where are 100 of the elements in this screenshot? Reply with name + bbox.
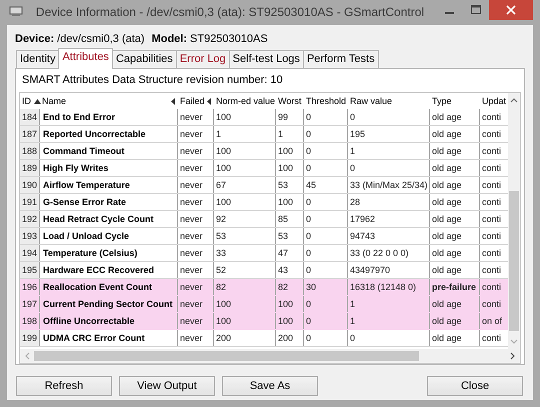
type-cell: old age (430, 177, 480, 193)
updated-cell-text: conti (481, 179, 502, 192)
dialog-button[interactable]: Save As (222, 376, 318, 396)
name-cell: G-Sense Error Rate (40, 194, 178, 210)
failed-cell: never (178, 313, 214, 329)
type-cell: old age (430, 296, 480, 312)
triangle-left-icon (207, 98, 211, 104)
type-cell: old age (430, 126, 480, 142)
column-header[interactable]: Worst (278, 96, 302, 106)
horizontal-scrollbar[interactable] (20, 349, 520, 363)
scroll-up-icon[interactable] (510, 97, 518, 103)
raw-value-cell: 94743 (348, 228, 430, 244)
column-header[interactable]: Type (432, 96, 452, 106)
updated-cell-text: on of (481, 315, 504, 328)
name-cell: Current Pending Sector Count (40, 296, 178, 312)
id-cell: 198 (20, 313, 40, 329)
failed-cell: never (178, 109, 214, 125)
type-cell: old age (430, 109, 480, 125)
scroll-right-icon[interactable] (510, 352, 516, 360)
close-icon[interactable] (489, 0, 533, 20)
worst-cell: 53 (276, 228, 304, 244)
raw-value-cell: 33 (Min/Max 25/34) (348, 177, 430, 193)
worst-cell: 100 (276, 296, 304, 312)
worst-cell: 99 (276, 109, 304, 125)
worst-cell: 43 (276, 262, 304, 278)
tab[interactable]: Perform Tests (302, 50, 379, 68)
worst-cell: 85 (276, 211, 304, 227)
table-row[interactable]: 194 Temperature (Celsius) never 33 47 0 33 (0 22 0 0 0) old age conti (20, 245, 508, 262)
threshold-cell: 0 (304, 296, 348, 312)
id-cell: 193 (20, 228, 40, 244)
model-value: ST92503010AS (190, 32, 268, 44)
updated-cell-text: conti (481, 128, 502, 141)
sort-ascending-icon[interactable] (34, 98, 41, 104)
worst-cell: 100 (276, 143, 304, 159)
type-cell: old age (430, 313, 480, 329)
id-cell: 195 (20, 262, 40, 278)
table-row[interactable]: 192 Head Retract Cycle Count never 92 85 0 17962 old age conti (20, 211, 508, 228)
value-cell: 67 (214, 177, 276, 193)
updated-cell-text: conti (481, 111, 502, 124)
column-header[interactable]: Name (42, 96, 66, 106)
scroll-thumb[interactable] (509, 191, 519, 331)
table-row[interactable]: 189 High Fly Writes never 100 100 0 0 old age conti (20, 160, 508, 177)
column-header[interactable]: Threshold (306, 96, 346, 106)
name-cell: Reallocation Event Count (40, 279, 178, 295)
updated-cell-text: conti (481, 264, 502, 277)
id-cell: 187 (20, 126, 40, 142)
table-row[interactable]: 198 Offline Uncorrectable never 100 100 0 1 old age on of (20, 313, 508, 330)
name-cell: Reported Uncorrectable (40, 126, 178, 142)
dialog-button[interactable]: Refresh (16, 376, 112, 396)
value-cell: 100 (214, 160, 276, 176)
failed-cell: never (178, 228, 214, 244)
failed-cell: never (178, 160, 214, 176)
failed-cell: never (178, 211, 214, 227)
table-row[interactable]: 190 Airflow Temperature never 67 53 45 33 (Min/Max 25/34) old age conti (20, 177, 508, 194)
type-cell: old age (430, 143, 480, 159)
worst-cell: 100 (276, 313, 304, 329)
dialog-button[interactable]: View Output (119, 376, 215, 396)
raw-value-cell: 0 (348, 109, 430, 125)
device-label: Device: (15, 32, 54, 44)
window-title: Device Information - /dev/csmi0,3 (ata): ST92503010AS - GSmartControl (34, 4, 426, 19)
failed-cell: never (178, 262, 214, 278)
updated-cell-text: conti (481, 298, 502, 311)
threshold-cell: 0 (304, 330, 348, 346)
column-header[interactable]: Updat (482, 96, 506, 106)
tab[interactable]: Identity (16, 50, 60, 68)
type-cell: old age (430, 194, 480, 210)
failed-cell: never (178, 296, 214, 312)
raw-value-cell: 195 (348, 126, 430, 142)
threshold-cell: 0 (304, 313, 348, 329)
value-cell: 92 (214, 211, 276, 227)
scroll-thumb[interactable] (34, 351, 419, 361)
revision-text: SMART Attributes Data Structure revision number: 10 (21, 74, 284, 88)
table-row[interactable]: 187 Reported Uncorrectable never 1 1 0 195 old age conti (20, 126, 508, 143)
table-row[interactable]: 196 Reallocation Event Count never 82 82 30 16318 (12148 0) pre-failure conti (20, 279, 508, 296)
vertical-scrollbar[interactable] (508, 93, 520, 349)
table-row[interactable]: 188 Command Timeout never 100 100 0 1 old age conti (20, 143, 508, 160)
threshold-cell: 45 (304, 177, 348, 193)
value-cell: 200 (214, 330, 276, 346)
column-header[interactable]: Failed (180, 96, 205, 106)
id-cell: 191 (20, 194, 40, 210)
close-button[interactable]: Close (427, 376, 523, 396)
id-cell: 196 (20, 279, 40, 295)
table-row[interactable]: 197 Current Pending Sector Count never 100 100 0 1 old age conti (20, 296, 508, 313)
value-cell: 52 (214, 262, 276, 278)
tab[interactable]: Attributes (58, 48, 113, 69)
updated-cell-text: conti (481, 162, 502, 175)
table-row[interactable]: 199 UDMA CRC Error Count never 200 200 0 0 old age conti (20, 330, 508, 347)
table-row[interactable]: 191 G-Sense Error Rate never 100 100 0 28 old age conti (20, 194, 508, 211)
column-header[interactable]: Raw value (350, 96, 392, 106)
name-cell: Temperature (Celsius) (40, 245, 178, 261)
table-row[interactable]: 193 Load / Unload Cycle never 53 53 0 94743 old age conti (20, 228, 508, 245)
column-header[interactable]: ID (22, 96, 31, 106)
raw-value-cell: 17962 (348, 211, 430, 227)
table-row[interactable]: 184 End to End Error never 100 99 0 0 old age conti (20, 109, 508, 126)
column-header[interactable]: Norm-ed value (216, 96, 276, 106)
worst-cell: 53 (276, 177, 304, 193)
threshold-cell: 0 (304, 160, 348, 176)
worst-cell: 1 (276, 126, 304, 142)
type-cell: old age (430, 211, 480, 227)
worst-cell: 100 (276, 160, 304, 176)
